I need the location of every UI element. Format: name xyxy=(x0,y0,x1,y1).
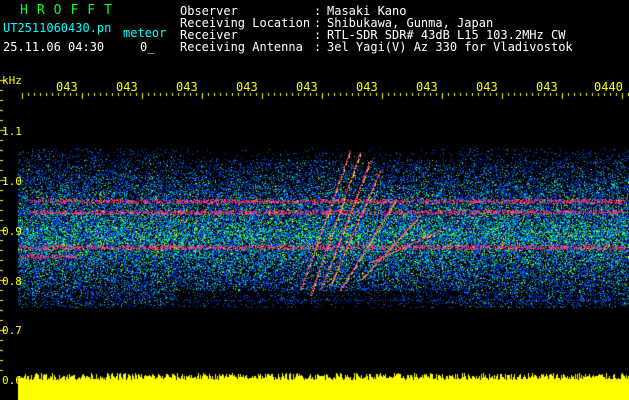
x-tick-label: 043 xyxy=(116,80,138,94)
y-tick-label: 1.0 xyxy=(2,175,22,188)
info-sep-antenna: : xyxy=(314,40,322,54)
info-value-antenna: 3el Yagi(V) Az 330 for Vladivostok xyxy=(327,40,573,54)
x-tick-label: 0440 xyxy=(594,80,623,94)
spectrogram-canvas xyxy=(0,0,629,400)
y-tick-label: 0.6 xyxy=(2,374,22,387)
y-tick-label: 0.9 xyxy=(2,225,22,238)
y-axis-unit: kHz xyxy=(2,74,22,87)
mode-label: meteor xyxy=(123,26,167,40)
sub-counter: 0_ xyxy=(140,40,155,54)
x-tick-label: 043 xyxy=(56,80,78,94)
x-tick-label: 043 xyxy=(536,80,558,94)
x-tick-label: 043 xyxy=(296,80,318,94)
x-tick-label: 043 xyxy=(176,80,198,94)
y-tick-label: 0.7 xyxy=(2,324,22,337)
x-tick-label: 043 xyxy=(476,80,498,94)
y-tick-label: 0.8 xyxy=(2,275,22,288)
datetime-label: 25.11.06 04:30 xyxy=(3,40,105,54)
filename-label: UT2511060430.pn xyxy=(3,21,112,35)
x-tick-label: 043 xyxy=(416,80,438,94)
info-label-antenna: Receiving Antenna xyxy=(180,40,303,54)
x-tick-label: 043 xyxy=(356,80,378,94)
hrofft-logo: HROFFT xyxy=(20,3,121,18)
y-tick-label: 1.1 xyxy=(2,125,22,138)
x-tick-label: 043 xyxy=(236,80,258,94)
